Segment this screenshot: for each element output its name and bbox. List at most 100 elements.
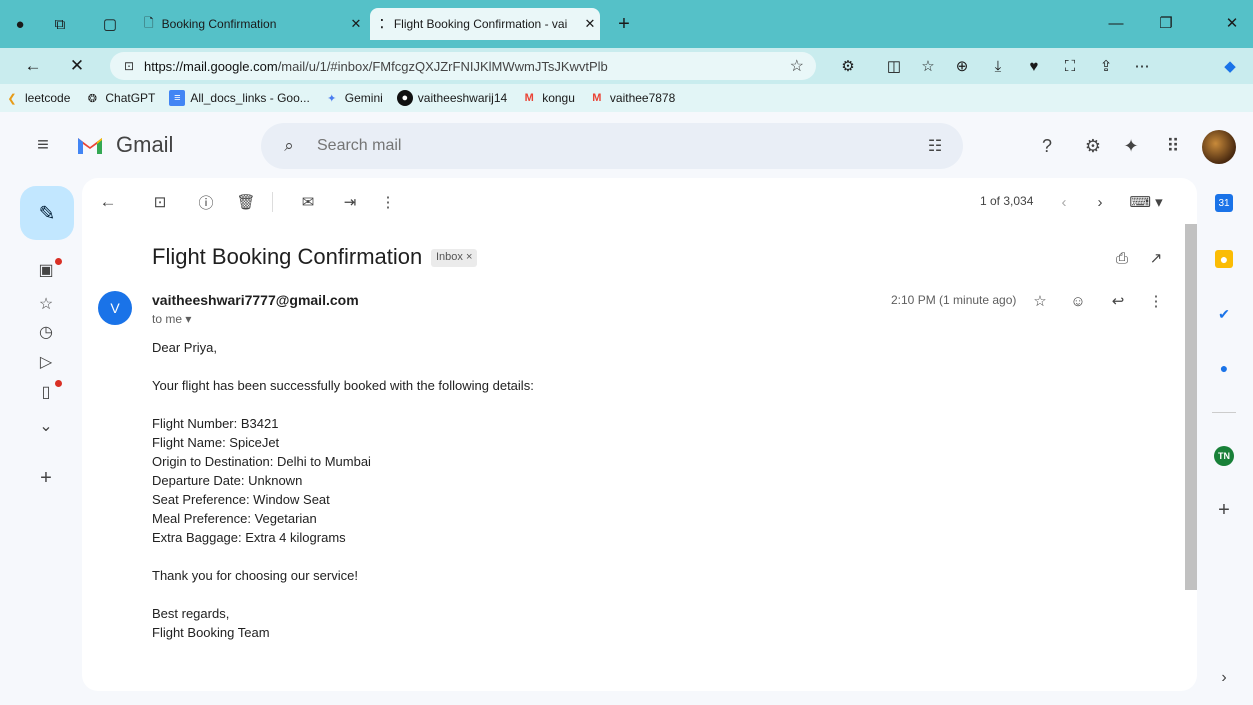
- tasks-icon[interactable]: ✔: [1212, 302, 1236, 326]
- message-count: 1 of 3,034: [980, 194, 1034, 208]
- bookmark-all-docs-links[interactable]: ≡ All_docs_links - Goo...: [169, 90, 310, 106]
- tab-flight-booking-confirmation[interactable]: ⁚ Flight Booking Confirmation - vai ✕: [370, 8, 600, 40]
- help-icon[interactable]: ?: [1034, 133, 1060, 159]
- sender-email[interactable]: vaitheeshwari7777@gmail.com: [152, 292, 359, 308]
- move-to-folder-icon[interactable]: ⇥: [338, 190, 362, 214]
- show-side-panel-chevron-icon[interactable]: ›: [1212, 666, 1236, 690]
- notification-dot: [55, 258, 62, 265]
- sent-icon[interactable]: ▷: [34, 350, 58, 374]
- input-tools-keyboard-icon[interactable]: ⌨ ▾: [1126, 190, 1166, 214]
- scrollbar[interactable]: [1185, 224, 1197, 590]
- stop-icon[interactable]: ✕: [64, 53, 90, 79]
- search-options-icon[interactable]: ☷: [907, 136, 963, 156]
- bookmark-label: kongu: [542, 91, 575, 105]
- email-subject: Flight Booking Confirmation: [152, 244, 423, 269]
- report-spam-icon[interactable]: ⓘ: [194, 190, 218, 214]
- gmail-logo[interactable]: [76, 134, 104, 156]
- more-menu-icon[interactable]: ⋯: [1130, 54, 1154, 78]
- print-icon[interactable]: ⎙: [1110, 246, 1134, 270]
- bookmark-label: Gemini: [344, 91, 383, 105]
- favorites-icon[interactable]: ☆: [916, 54, 940, 78]
- calendar-icon[interactable]: 31: [1215, 194, 1233, 212]
- bookmark-chatgpt[interactable]: ❂ ChatGPT: [84, 90, 156, 106]
- compose-button[interactable]: ✎: [20, 186, 74, 240]
- github-icon: ●: [396, 90, 413, 106]
- account-avatar[interactable]: [1202, 130, 1236, 164]
- close-icon[interactable]: ✕: [580, 16, 600, 32]
- open-new-window-icon[interactable]: ↗: [1144, 246, 1168, 270]
- downloads-icon[interactable]: ⤓: [986, 54, 1010, 78]
- contacts-icon[interactable]: ●: [1212, 356, 1236, 380]
- tab-title: Booking Confirmation: [161, 17, 277, 31]
- bookmark-vaithee7878[interactable]: M vaithee7878: [589, 90, 675, 106]
- more-message-options-icon[interactable]: ⋮: [1144, 289, 1168, 313]
- split-screen-icon[interactable]: ◫: [882, 54, 906, 78]
- inbox-label-chip[interactable]: Inbox ×: [431, 249, 478, 267]
- signoff-line: Best regards,: [152, 606, 230, 621]
- bookmark-github[interactable]: ● vaitheeshwarij14: [396, 90, 508, 106]
- star-icon[interactable]: ☆: [1028, 289, 1052, 313]
- leetcode-icon: ❮: [7, 92, 17, 105]
- get-addons-plus-icon[interactable]: +: [1212, 498, 1236, 522]
- screenshot-icon[interactable]: ⛶: [1058, 54, 1082, 78]
- mark-unread-icon[interactable]: ✉: [296, 190, 320, 214]
- sender-avatar[interactable]: V: [98, 291, 132, 325]
- chevron-left-icon[interactable]: ‹: [1052, 190, 1076, 214]
- profile-icon[interactable]: ●: [8, 12, 32, 36]
- apps-grid-icon[interactable]: ⠿: [1160, 133, 1186, 159]
- extensions-icon[interactable]: ⚙: [836, 54, 860, 78]
- back-to-inbox-icon[interactable]: ←: [96, 190, 120, 214]
- thanks-line: Thank you for choosing our service!: [152, 568, 358, 583]
- minimize-icon[interactable]: —: [1096, 10, 1136, 36]
- bookmark-label: vaithee7878: [609, 91, 676, 105]
- reply-icon[interactable]: ↩: [1106, 289, 1130, 313]
- archive-icon[interactable]: ⊡: [148, 190, 172, 214]
- snoozed-clock-icon[interactable]: ◷: [34, 320, 58, 344]
- share-icon[interactable]: ⇪: [1094, 54, 1118, 78]
- bookmark-kongu[interactable]: M kongu: [521, 90, 575, 106]
- settings-gear-icon[interactable]: ⚙: [1080, 133, 1106, 159]
- back-icon[interactable]: ←: [20, 53, 46, 79]
- recipient-details-toggle[interactable]: to me ▾: [152, 312, 191, 326]
- bookmark-label: vaitheeshwarij14: [417, 91, 508, 105]
- search-icon[interactable]: ⌕: [261, 136, 317, 156]
- emoji-react-icon[interactable]: ☺: [1066, 289, 1090, 313]
- starred-icon[interactable]: ☆: [34, 292, 58, 316]
- create-label-plus-icon[interactable]: +: [34, 466, 58, 490]
- chevron-right-icon[interactable]: ›: [1088, 190, 1112, 214]
- gemini-sparkle-icon[interactable]: ✦: [1118, 133, 1144, 159]
- gemini-icon: ✦: [327, 92, 337, 105]
- new-tab-button[interactable]: +: [612, 12, 636, 36]
- delete-trash-icon[interactable]: 🗑: [234, 190, 258, 214]
- chevron-down-icon[interactable]: ⌄: [34, 414, 58, 438]
- detail-line: Seat Preference: Window Seat: [152, 492, 330, 507]
- search-bar[interactable]: ⌕ ☷: [261, 123, 963, 169]
- detail-line: Departure Date: Unknown: [152, 473, 303, 488]
- site-info-icon[interactable]: ⊡: [124, 59, 144, 73]
- url-field[interactable]: ⊡ https://mail.google.com/mail/u/1/#inbo…: [110, 52, 816, 80]
- tab-booking-confirmation[interactable]: 🗋 Booking Confirmation ✕: [134, 8, 366, 40]
- gmail-icon: M: [592, 92, 602, 104]
- favorite-star-icon[interactable]: ☆: [790, 56, 804, 76]
- main-menu-icon[interactable]: ≡: [30, 132, 56, 158]
- browser-essentials-icon[interactable]: ♥: [1022, 54, 1046, 78]
- keep-icon[interactable]: ●: [1215, 250, 1233, 268]
- restore-icon[interactable]: ❐: [1146, 10, 1186, 36]
- close-window-icon[interactable]: ✕: [1212, 10, 1252, 36]
- close-icon[interactable]: ✕: [346, 16, 366, 32]
- gmail-wordmark: Gmail: [116, 132, 174, 157]
- bookmarks-bar: ❮ leetcode ❂ ChatGPT ≡ All_docs_links - …: [0, 84, 1253, 112]
- email-view-panel: ← ⊡ ⓘ 🗑 ✉ ⇥ ⋮ 1 of 3,034 ‹ › ⌨ ▾ Flight …: [82, 178, 1197, 691]
- bookmark-leetcode[interactable]: ❮ leetcode: [4, 90, 70, 106]
- tn-addon-icon[interactable]: TN: [1214, 446, 1234, 466]
- tab-actions-icon[interactable]: ▢: [98, 12, 122, 36]
- search-input[interactable]: [317, 137, 907, 155]
- collections-icon[interactable]: ⊕: [950, 54, 974, 78]
- bookmark-label: leetcode: [25, 91, 71, 105]
- workspaces-icon[interactable]: ⧉: [48, 12, 72, 36]
- bookmark-gemini[interactable]: ✦ Gemini: [324, 90, 383, 106]
- more-options-icon[interactable]: ⋮: [376, 190, 400, 214]
- pencil-icon: ✎: [38, 202, 56, 225]
- email-timestamp: 2:10 PM (1 minute ago): [891, 293, 1017, 307]
- copilot-icon[interactable]: ◆: [1218, 54, 1242, 78]
